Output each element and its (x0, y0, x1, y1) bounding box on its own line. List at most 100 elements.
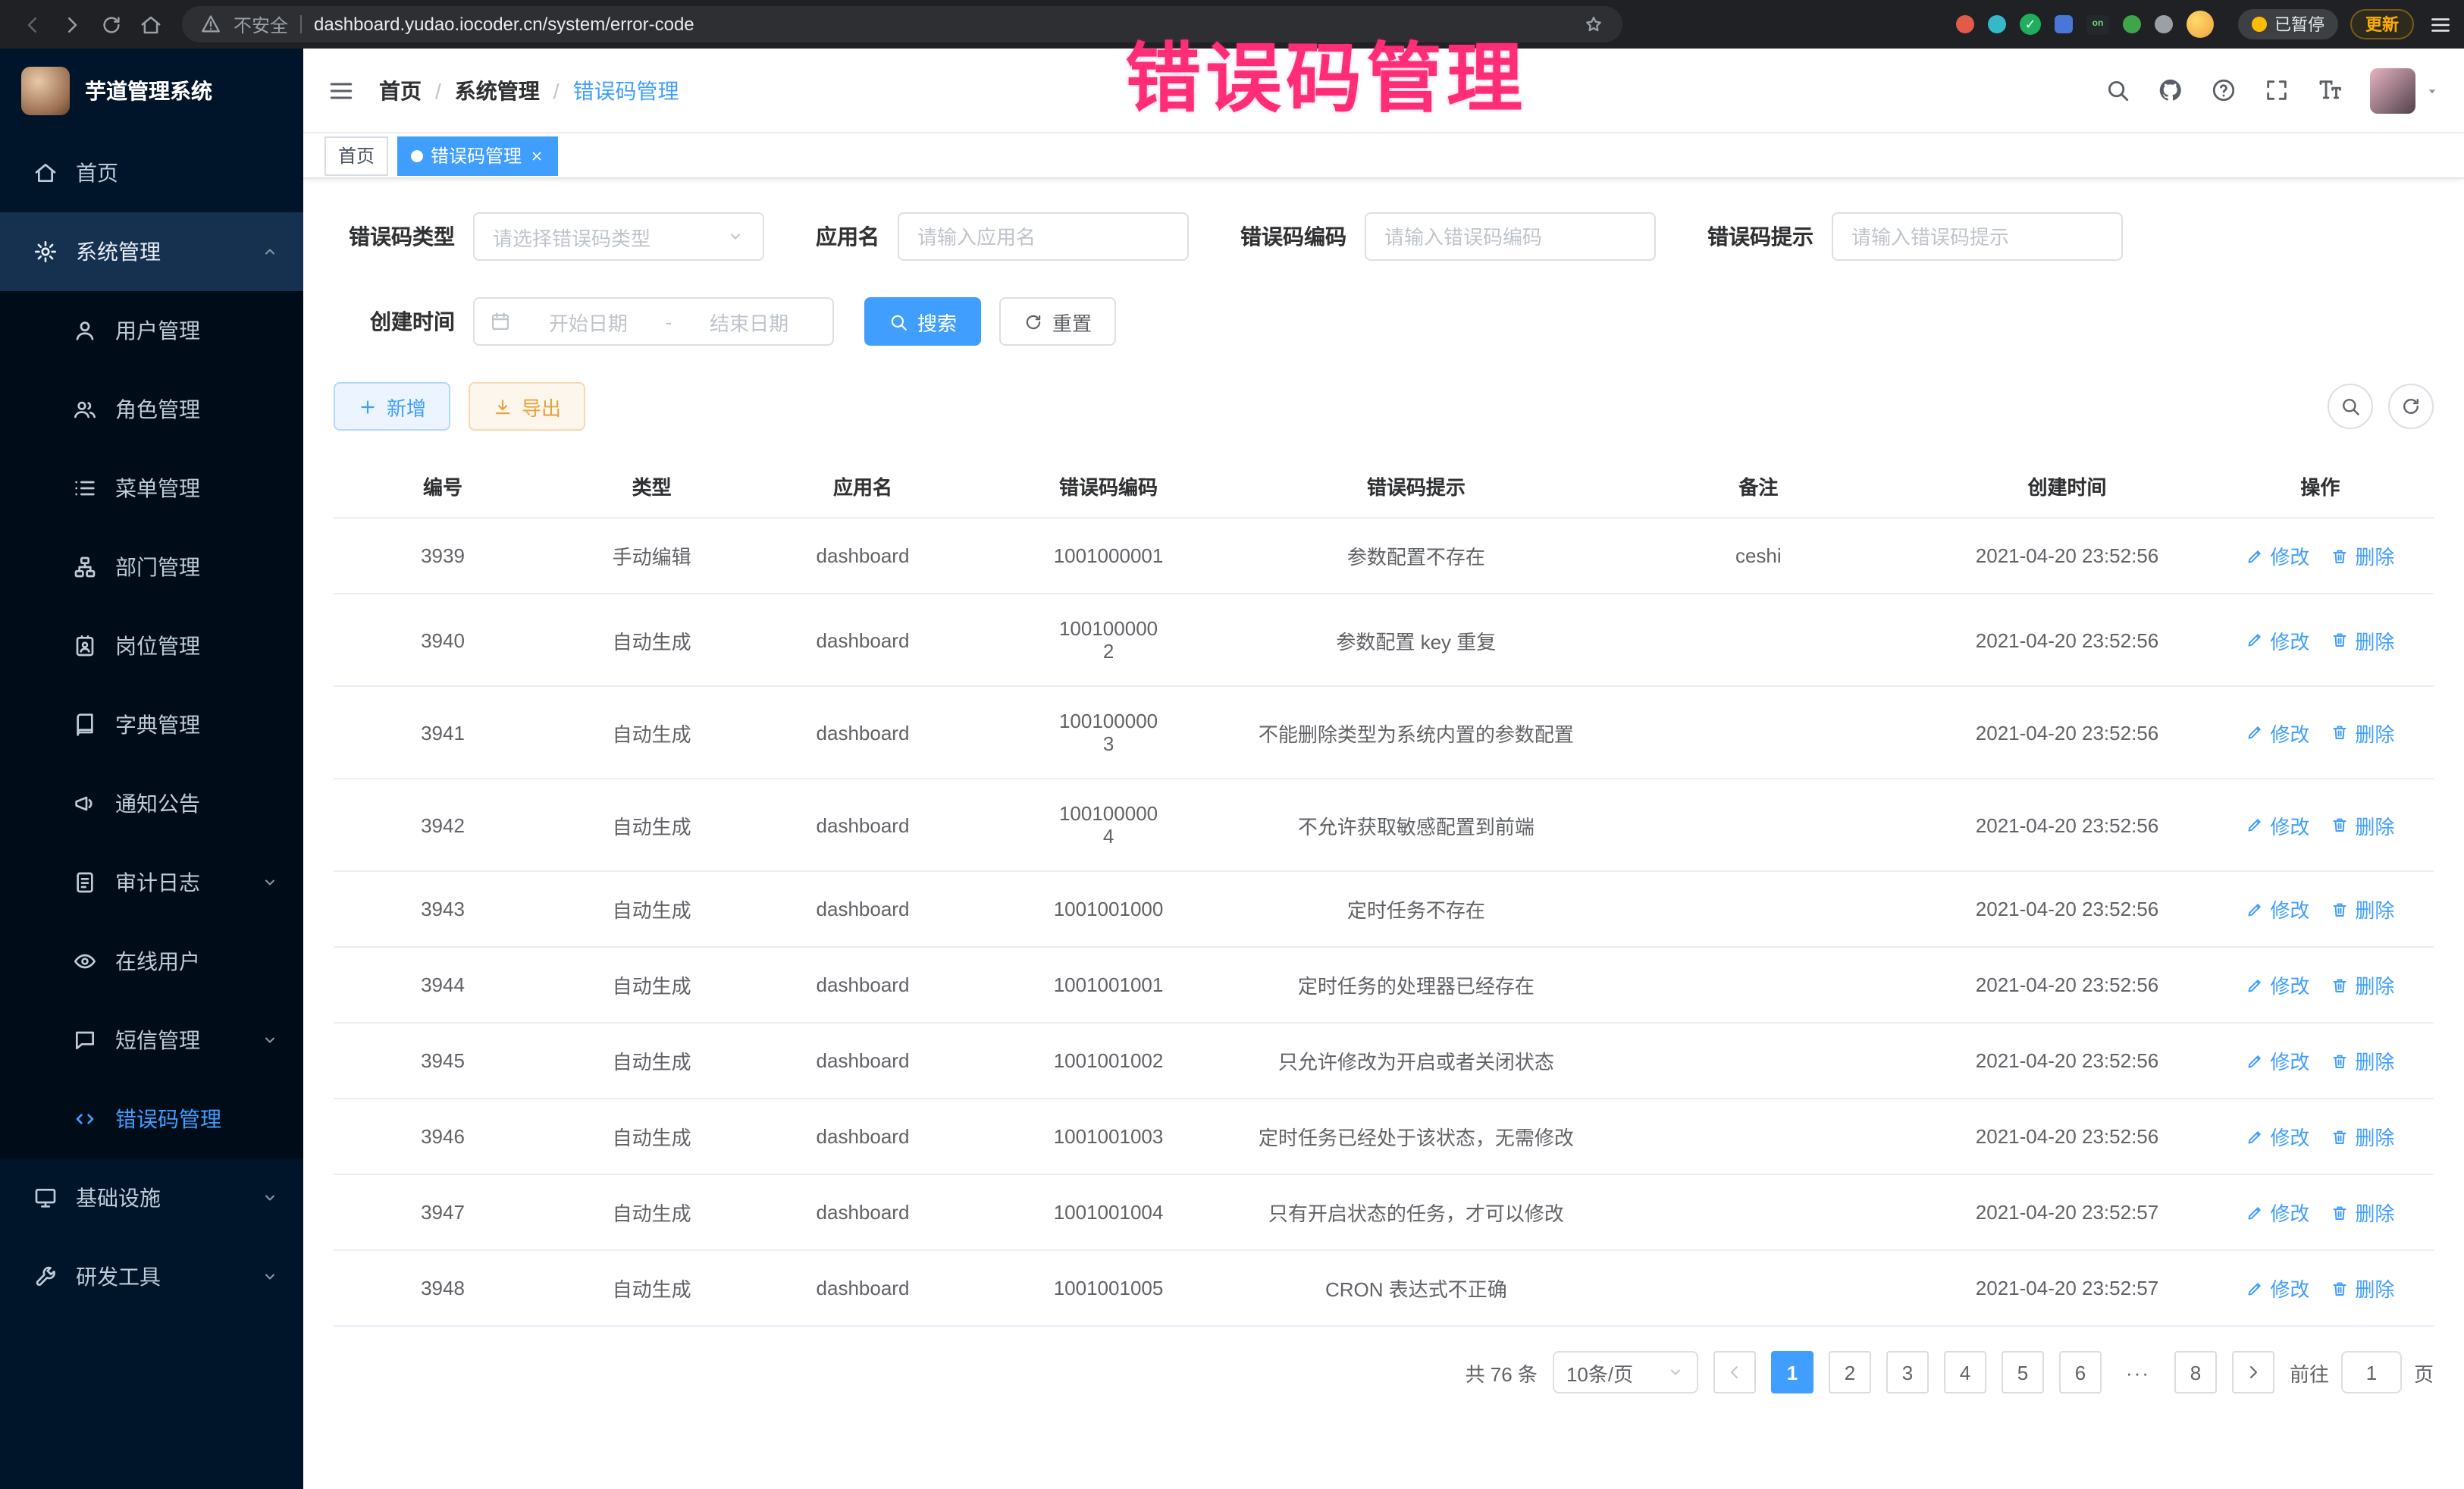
page-button[interactable]: 4 (1944, 1351, 1986, 1393)
extension-on-badge-icon[interactable]: on (2086, 14, 2109, 34)
sidebar-item[interactable]: 短信管理 (0, 1001, 303, 1080)
sidebar-item[interactable]: 在线用户 (0, 922, 303, 1001)
page-button[interactable]: 1 (1771, 1351, 1814, 1393)
app-logo[interactable]: 芋道管理系统 (0, 49, 303, 133)
edit-link[interactable]: 修改 (2246, 718, 2309, 747)
date-range-picker[interactable]: 开始日期 - 结束日期 (473, 297, 834, 346)
edit-link[interactable]: 修改 (2246, 1198, 2309, 1227)
edit-link[interactable]: 修改 (2246, 1122, 2309, 1151)
delete-link[interactable]: 删除 (2331, 1274, 2394, 1302)
update-button[interactable]: 更新 (2350, 9, 2414, 39)
cell-id: 3944 (334, 947, 552, 1023)
gear-icon (33, 240, 58, 264)
browser-profile-avatar[interactable] (2187, 11, 2214, 38)
home-icon[interactable] (130, 5, 170, 44)
page-button[interactable]: 3 (1886, 1351, 1929, 1393)
sidebar-item[interactable]: 用户管理 (0, 291, 303, 370)
page-button[interactable]: 5 (2002, 1351, 2044, 1393)
sidebar-item[interactable]: 基础设施 (0, 1158, 303, 1237)
edit-link[interactable]: 修改 (2246, 1274, 2309, 1302)
sidebar-item[interactable]: 岗位管理 (0, 607, 303, 685)
github-icon[interactable] (2158, 77, 2183, 103)
refresh-table-button[interactable] (2388, 384, 2434, 429)
sidebar-item[interactable]: 通知公告 (0, 764, 303, 843)
sidebar-item[interactable]: 角色管理 (0, 370, 303, 449)
error-code-input[interactable] (1365, 212, 1656, 261)
edit-link[interactable]: 修改 (2246, 895, 2309, 923)
url-text[interactable]: dashboard.yudao.iocoder.cn/system/error-… (314, 14, 694, 35)
extension-green-check-icon[interactable]: ✓ (2020, 14, 2041, 35)
extension-leaf-icon[interactable] (2123, 15, 2141, 33)
edit-link[interactable]: 修改 (2246, 810, 2309, 839)
error-hint-input[interactable] (1832, 212, 2123, 261)
sidebar-item[interactable]: 首页 (0, 133, 303, 212)
add-button[interactable]: 新增 (334, 382, 450, 431)
sidebar-item[interactable]: 菜单管理 (0, 449, 303, 528)
user-avatar-menu[interactable] (2370, 67, 2440, 113)
delete-link[interactable]: 删除 (2331, 1046, 2394, 1075)
delete-link[interactable]: 删除 (2331, 718, 2394, 747)
edit-link[interactable]: 修改 (2246, 970, 2309, 999)
goto-page-input[interactable] (2341, 1351, 2402, 1393)
help-icon[interactable] (2211, 77, 2237, 103)
app-name-input[interactable] (898, 212, 1189, 261)
cell-id: 3941 (334, 686, 552, 779)
font-size-icon[interactable] (2317, 77, 2343, 103)
table-row: 3946 自动生成 dashboard 1001001003 定时任务已经处于该… (334, 1099, 2434, 1174)
cell-id: 3943 (334, 871, 552, 947)
sidebar-item[interactable]: 部门管理 (0, 528, 303, 607)
sidebar-item[interactable]: 系统管理 (0, 212, 303, 291)
delete-link[interactable]: 删除 (2331, 810, 2394, 839)
extension-teal-icon[interactable] (1988, 15, 2006, 33)
delete-link[interactable]: 删除 (2331, 1198, 2394, 1227)
tab[interactable]: 首页 (324, 136, 388, 175)
extension-blue-icon[interactable] (2055, 15, 2073, 33)
edit-link[interactable]: 修改 (2246, 625, 2309, 654)
chrome-menu-icon[interactable] (2429, 13, 2452, 36)
next-page-button[interactable] (2232, 1351, 2274, 1393)
tab[interactable]: 错误码管理 (397, 136, 558, 175)
forward-icon[interactable] (52, 5, 91, 44)
screen: 不安全 dashboard.yudao.iocoder.cn/system/er… (0, 0, 2464, 1489)
security-label[interactable]: 不安全 (234, 11, 288, 37)
breadcrumb-item[interactable]: 首页 (379, 75, 422, 105)
extensions-pin-icon[interactable] (2155, 15, 2173, 33)
delete-link[interactable]: 删除 (2331, 895, 2394, 923)
sidebar-item[interactable]: 错误码管理 (0, 1080, 303, 1158)
active-dot-icon (411, 149, 423, 161)
edit-link[interactable]: 修改 (2246, 1046, 2309, 1075)
breadcrumb-item[interactable]: 系统管理 (455, 75, 540, 105)
edit-icon (2246, 631, 2264, 649)
sidebar-item[interactable]: 字典管理 (0, 685, 303, 764)
edit-link[interactable]: 修改 (2246, 541, 2309, 570)
sidebar-collapse-icon[interactable] (328, 77, 355, 104)
search-button[interactable]: 搜索 (864, 297, 981, 346)
page-button[interactable]: 8 (2174, 1351, 2217, 1393)
bookmark-star-icon[interactable] (1583, 14, 1604, 35)
export-button[interactable]: 导出 (469, 382, 585, 431)
delete-link[interactable]: 删除 (2331, 541, 2394, 570)
reset-button[interactable]: 重置 (999, 297, 1116, 346)
prev-page-button[interactable] (1713, 1351, 1756, 1393)
delete-link[interactable]: 删除 (2331, 1122, 2394, 1151)
search-icon[interactable] (2105, 77, 2130, 103)
page-button[interactable]: 2 (1829, 1351, 1871, 1393)
cell-type: 自动生成 (552, 686, 751, 779)
paused-badge[interactable]: 已暂停 (2238, 9, 2338, 39)
extension-red-icon[interactable] (1956, 15, 1974, 33)
reload-icon[interactable] (91, 5, 130, 44)
back-icon[interactable] (12, 5, 52, 44)
close-icon[interactable] (529, 148, 544, 163)
error-type-select[interactable]: 请选择错误码类型 (473, 212, 764, 261)
page-button[interactable]: 6 (2059, 1351, 2102, 1393)
delete-link[interactable]: 删除 (2331, 625, 2394, 654)
page-size-select[interactable]: 10条/页 (1553, 1351, 1698, 1393)
fullscreen-icon[interactable] (2264, 77, 2290, 103)
sidebar-item[interactable]: 研发工具 (0, 1237, 303, 1316)
delete-link[interactable]: 删除 (2331, 970, 2394, 999)
toggle-search-button[interactable] (2328, 384, 2373, 429)
trash-icon (2331, 1203, 2349, 1221)
sidebar-item[interactable]: 审计日志 (0, 843, 303, 922)
breadcrumb-item[interactable]: 错误码管理 (573, 75, 679, 105)
page-button[interactable]: ··· (2117, 1351, 2159, 1393)
